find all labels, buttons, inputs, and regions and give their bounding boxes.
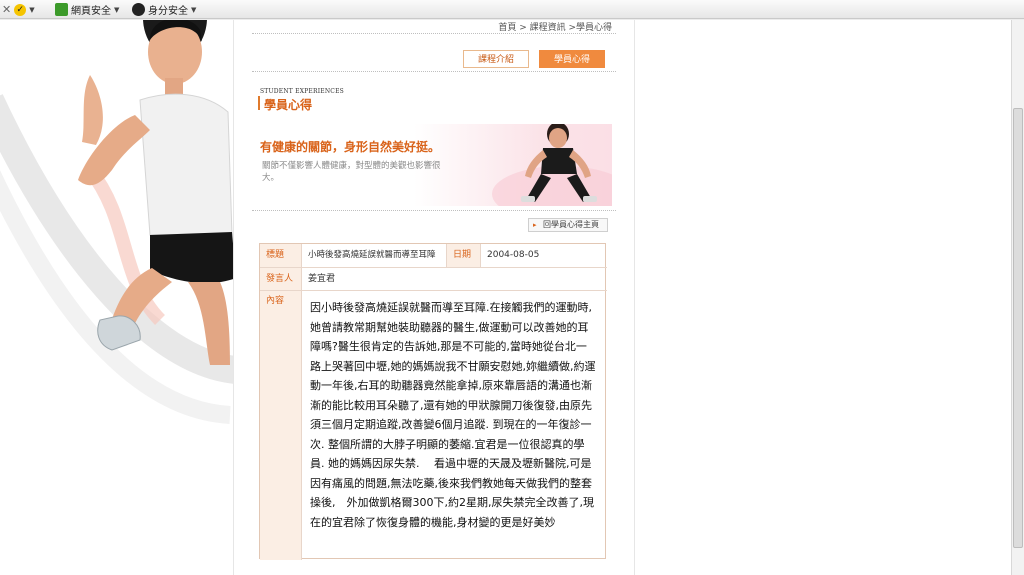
author-label: 發言人	[260, 268, 302, 291]
author-value: 姜宜君	[302, 268, 607, 291]
close-icon: ✕	[2, 3, 12, 16]
divider	[252, 33, 616, 34]
content-panel: 首頁 > 課程資訊 >學員心得 課程介紹 學員心得 STUDENT EXPERI…	[233, 20, 635, 575]
divider	[252, 210, 616, 211]
page-title: 學員心得	[264, 98, 313, 112]
post-table: 標題 小時後發高燒延誤就醫而導至耳障 日期 2004-08-05 發言人 姜宜君…	[259, 243, 607, 560]
date-value: 2004-08-05	[481, 244, 607, 268]
promo-banner: 有健康的關節，身形自然美好挺。 關節不僅影響人體健康，對型體的美觀也影響很大。	[252, 124, 612, 206]
back-button-label: 回學員心得主頁	[543, 220, 599, 229]
scrollbar-thumb[interactable]	[1013, 108, 1023, 548]
title-value: 小時後發高燒延誤就醫而導至耳障	[302, 244, 447, 268]
post-content: 因小時後發高燒延誤就醫而導至耳障.在接觸我們的運動時,她曾請教常期幫她裝助聽器的…	[310, 301, 596, 529]
norton-check-icon: ✓	[14, 3, 27, 16]
section-title-en: STUDENT EXPERIENCES	[260, 88, 344, 95]
banner-subtext: 關節不僅影響人體健康，對型體的美觀也影響很大。	[262, 161, 441, 183]
section-accent-bar	[258, 96, 260, 110]
chevron-down-icon: ▼	[114, 5, 120, 14]
tab-course-intro[interactable]: 課程介紹	[463, 50, 530, 68]
page-viewport: 首頁 > 課程資訊 >學員心得 課程介紹 學員心得 STUDENT EXPERI…	[0, 20, 1011, 575]
toolbar-close-button[interactable]: ✕ ✓ ▼	[2, 2, 35, 17]
chevron-down-icon: ▼	[29, 5, 35, 14]
tab-student-feedback[interactable]: 學員心得	[539, 50, 606, 68]
web-safety-menu[interactable]: 網頁安全 ▼	[55, 2, 119, 17]
title-label: 標題	[260, 244, 302, 268]
content-label: 內容	[260, 291, 302, 560]
chevron-down-icon: ▼	[191, 5, 197, 14]
hero-model-image	[0, 20, 238, 424]
identity-icon	[132, 3, 145, 16]
banner-headline: 有健康的關節，身形自然美好挺。	[260, 140, 441, 154]
identity-safety-menu[interactable]: 身分安全 ▼	[132, 2, 196, 17]
back-to-feedback-home-button[interactable]: ▸ 回學員心得主頁	[528, 218, 608, 232]
browser-toolbar: ✕ ✓ ▼ 網頁安全 ▼ 身分安全 ▼	[0, 0, 1024, 19]
breadcrumb: 首頁 > 課程資訊 >學員心得	[498, 23, 612, 33]
identity-safety-label: 身分安全	[148, 6, 188, 17]
green-shield-icon	[55, 3, 68, 16]
divider	[252, 71, 616, 72]
arrow-right-icon: ▸	[533, 221, 537, 229]
web-safety-label: 網頁安全	[71, 6, 111, 17]
date-label: 日期	[447, 244, 481, 268]
banner-model-image	[492, 124, 612, 206]
page-scrollbar[interactable]	[1011, 20, 1024, 575]
